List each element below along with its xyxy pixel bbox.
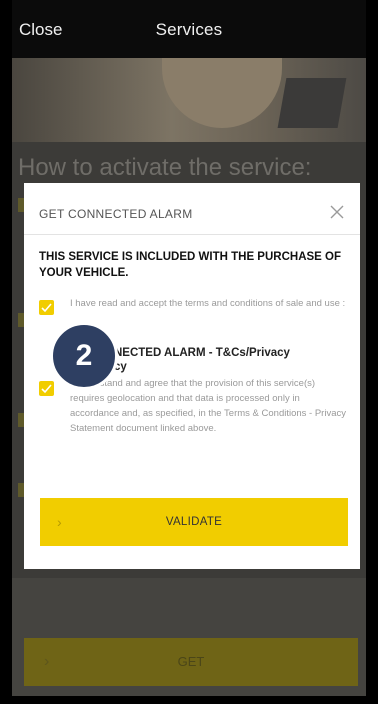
checkmark-icon: [41, 384, 52, 394]
validate-button-label: VALIDATE: [165, 516, 223, 528]
get-button[interactable]: › GET: [24, 638, 358, 686]
terms-checkbox[interactable]: [39, 300, 54, 315]
checkmark-icon: [41, 303, 52, 313]
get-button-label: GET: [177, 654, 205, 669]
top-nav-bar: Close Services: [12, 0, 366, 58]
consent-text: I understand and agree that the provisio…: [70, 378, 346, 434]
phone-screen: Close Services How to activate the servi…: [0, 0, 378, 704]
validate-button[interactable]: › VALIDATE: [40, 498, 348, 546]
close-icon: [330, 205, 344, 219]
hero-image: [12, 58, 366, 142]
page-title: Services: [155, 20, 223, 39]
hero-person-shape: [162, 58, 282, 128]
terms-text: I have read and accept the terms and con…: [70, 298, 346, 309]
privacy-section-title: NECTED ALARM - T&Cs/Privacy: [114, 347, 290, 359]
included-notice: THIS SERVICE IS INCLUDED WITH THE PURCHA…: [39, 251, 342, 279]
chevron-right-icon: ›: [57, 514, 62, 530]
step-number-badge: 2: [50, 322, 118, 390]
consent-checkbox[interactable]: [39, 381, 54, 396]
chevron-right-icon: ›: [44, 653, 50, 670]
background-headline: How to activate the service:: [18, 154, 312, 181]
hero-laptop-shape: [277, 78, 347, 128]
dialog-divider: [24, 234, 360, 235]
close-dialog-button[interactable]: [326, 201, 348, 223]
dialog-title: GET CONNECTED ALARM: [39, 207, 193, 221]
